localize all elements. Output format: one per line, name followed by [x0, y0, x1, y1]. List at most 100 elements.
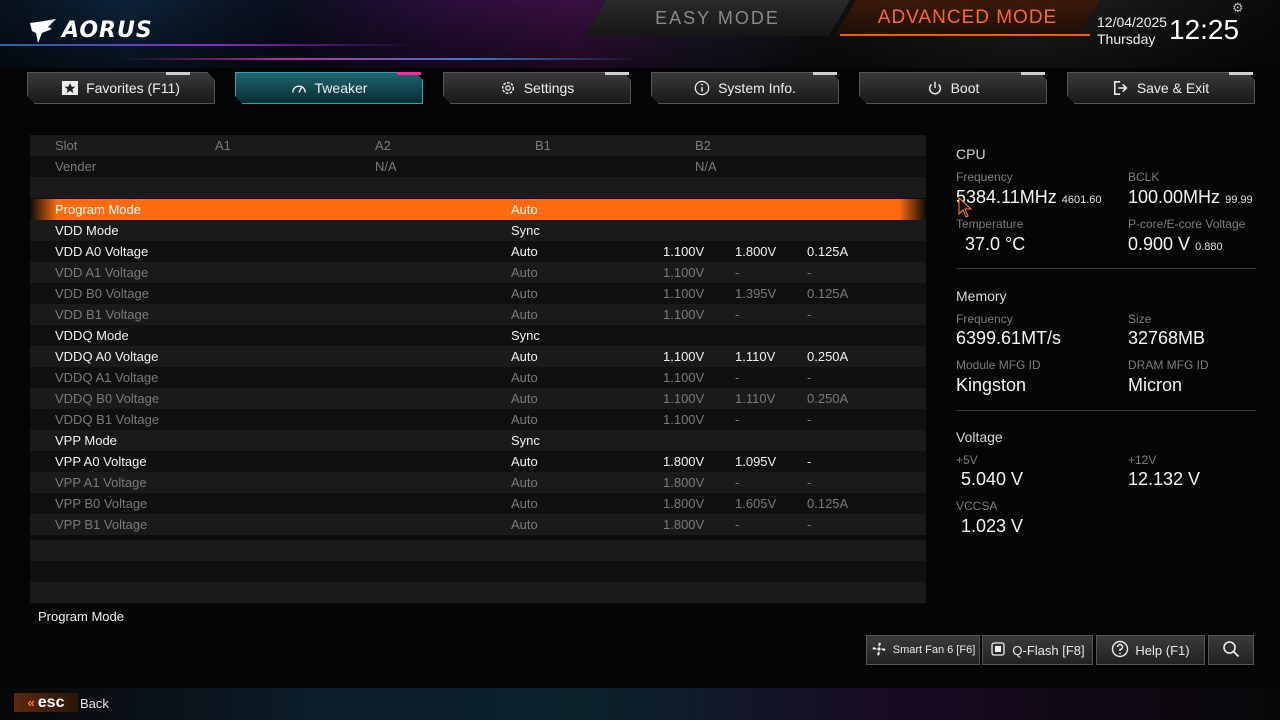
- day-text: Thursday: [1097, 31, 1156, 47]
- setting-voltage-2: 1.110V: [735, 391, 776, 406]
- slot-header-row: Slot A1 A2 B1 B2: [30, 135, 926, 156]
- setting-value: Auto: [511, 454, 538, 469]
- setting-voltage-1: 1.100V: [663, 412, 705, 427]
- setting-voltage-1: 1.800V: [663, 475, 705, 490]
- vender-a2: N/A: [375, 159, 397, 174]
- setting-voltage-2: 1.110V: [735, 349, 776, 364]
- setting-row[interactable]: VDD A0 Voltage Auto 1.100V 1.800V 0.125A: [30, 241, 926, 262]
- settings-gear-icon[interactable]: ⚙: [1232, 0, 1244, 16]
- setting-row[interactable]: VPP A1 Voltage Auto 1.800V - -: [30, 472, 926, 493]
- tab-label: Boot: [950, 80, 980, 96]
- advanced-mode-tab[interactable]: ADVANCED MODE: [835, 0, 1100, 36]
- exit-icon: [1113, 80, 1129, 96]
- setting-row[interactable]: VDDQ Mode Sync: [30, 325, 926, 346]
- setting-row[interactable]: VDDQ A0 Voltage Auto 1.100V 1.110V 0.250A: [30, 346, 926, 367]
- tab-save-exit[interactable]: Save & Exit: [1067, 72, 1255, 104]
- tab-boot[interactable]: Boot: [859, 72, 1047, 104]
- setting-voltage-1: 1.100V: [663, 307, 705, 322]
- search-icon: [1222, 640, 1240, 661]
- setting-current: -: [807, 412, 812, 427]
- vender-b2: N/A: [695, 159, 717, 174]
- setting-row[interactable]: VDD B1 Voltage Auto 1.100V - -: [30, 304, 926, 325]
- tab-tweaker[interactable]: Tweaker: [235, 72, 423, 104]
- tab-label: Settings: [523, 80, 575, 96]
- setting-row[interactable]: VPP B0 Voltage Auto 1.800V 1.605V 0.125A: [30, 493, 926, 514]
- setting-value: Sync: [511, 433, 540, 448]
- setting-current: -: [807, 517, 812, 532]
- setting-name: VDDQ A1 Voltage: [55, 370, 159, 385]
- bclk: 100.00MHz: [1128, 187, 1221, 207]
- v12-label: +12V: [1128, 453, 1157, 467]
- setting-value: Auto: [511, 286, 538, 301]
- setting-value: Auto: [511, 349, 538, 364]
- setting-current: 0.250A: [807, 349, 849, 364]
- setting-voltage-2: 1.095V: [735, 454, 777, 469]
- setting-value: Auto: [511, 412, 538, 427]
- slot-a1: A1: [215, 138, 231, 153]
- setting-voltage-1: 1.800V: [663, 454, 705, 469]
- tab-label: System Info.: [718, 80, 796, 96]
- setting-voltage-2: -: [735, 265, 740, 280]
- setting-row[interactable]: VDD A1 Voltage Auto 1.100V - -: [30, 262, 926, 283]
- module-mfg-label: Module MFG ID: [956, 358, 1041, 372]
- memory-section-title: Memory: [956, 288, 1007, 304]
- memory-size-label: Size: [1128, 312, 1152, 326]
- setting-row[interactable]: VPP Mode Sync: [30, 430, 926, 451]
- tab-system-info[interactable]: System Info.: [651, 72, 839, 104]
- setting-value: Auto: [511, 370, 538, 385]
- vender-label: Vender: [55, 159, 97, 174]
- memory-size-value: 32768MB: [1128, 328, 1206, 348]
- v12-value: 12.132 V: [1128, 469, 1201, 489]
- section-divider: [956, 410, 1256, 411]
- setting-voltage-2: 1.605V: [735, 496, 777, 511]
- tab-label: Tweaker: [314, 80, 368, 96]
- setting-name: VPP A1 Voltage: [55, 475, 147, 490]
- qflash-label: Q-Flash [F8]: [1012, 642, 1085, 658]
- setting-voltage-2: -: [735, 307, 740, 322]
- setting-row[interactable]: VPP B1 Voltage Auto 1.800V - -: [30, 514, 926, 535]
- setting-row[interactable]: VDDQ B0 Voltage Auto 1.100V 1.110V 0.250A: [30, 388, 926, 409]
- chip-icon: [990, 641, 1006, 660]
- cpu-frequency-value: 5384.11MHz 4601.60: [956, 187, 1102, 208]
- help-button[interactable]: Help (F1): [1096, 635, 1205, 665]
- easy-mode-label: EASY MODE: [655, 7, 780, 28]
- smart-fan-label: Smart Fan 6 [F6]: [892, 644, 976, 656]
- setting-value: Auto: [511, 307, 538, 322]
- setting-row[interactable]: VDD B0 Voltage Auto 1.100V 1.395V 0.125A: [30, 283, 926, 304]
- setting-name: VDDQ B1 Voltage: [55, 412, 160, 427]
- setting-current: -: [807, 475, 812, 490]
- setting-current: -: [807, 307, 812, 322]
- setting-row[interactable]: VDD Mode Sync: [30, 220, 926, 241]
- setting-voltage-1: 1.800V: [663, 496, 705, 511]
- tab-accent: [813, 72, 837, 75]
- setting-value: Auto: [511, 265, 538, 280]
- setting-value: Sync: [511, 223, 540, 238]
- setting-name: Program Mode: [55, 202, 141, 217]
- dram-mfg-label: DRAM MFG ID: [1128, 358, 1209, 372]
- setting-row[interactable]: Program Mode Auto: [30, 199, 926, 220]
- setting-row[interactable]: VPP A0 Voltage Auto 1.800V 1.095V -: [30, 451, 926, 472]
- dram-mfg-value: Micron: [1128, 375, 1183, 395]
- tab-favorites[interactable]: Favorites (F11): [27, 72, 215, 104]
- eagle-icon: [30, 18, 56, 43]
- help-label: Help (F1): [1135, 642, 1190, 658]
- setting-row[interactable]: VDDQ A1 Voltage Auto 1.100V - -: [30, 367, 926, 388]
- setting-name: VDD B0 Voltage: [55, 286, 149, 301]
- cpu-frequency-sub: 4601.60: [1061, 194, 1102, 206]
- tab-accent: [1229, 72, 1253, 75]
- esc-button[interactable]: « esc: [14, 693, 78, 712]
- tab-settings[interactable]: Settings: [443, 72, 631, 104]
- slot-b1: B1: [535, 138, 551, 153]
- setting-name: VDDQ B0 Voltage: [55, 391, 160, 406]
- setting-current: -: [807, 454, 812, 469]
- qflash-button[interactable]: Q-Flash [F8]: [982, 635, 1093, 665]
- smart-fan-button[interactable]: Smart Fan 6 [F6]: [866, 635, 980, 665]
- fan-icon: [871, 641, 887, 660]
- slot-a2: A2: [375, 138, 391, 153]
- search-button[interactable]: [1208, 635, 1254, 665]
- easy-mode-tab[interactable]: EASY MODE: [585, 0, 850, 36]
- tab-accent: [1021, 72, 1045, 75]
- setting-current: -: [807, 265, 812, 280]
- logo-text: AORUS: [62, 18, 153, 43]
- setting-row[interactable]: VDDQ B1 Voltage Auto 1.100V - -: [30, 409, 926, 430]
